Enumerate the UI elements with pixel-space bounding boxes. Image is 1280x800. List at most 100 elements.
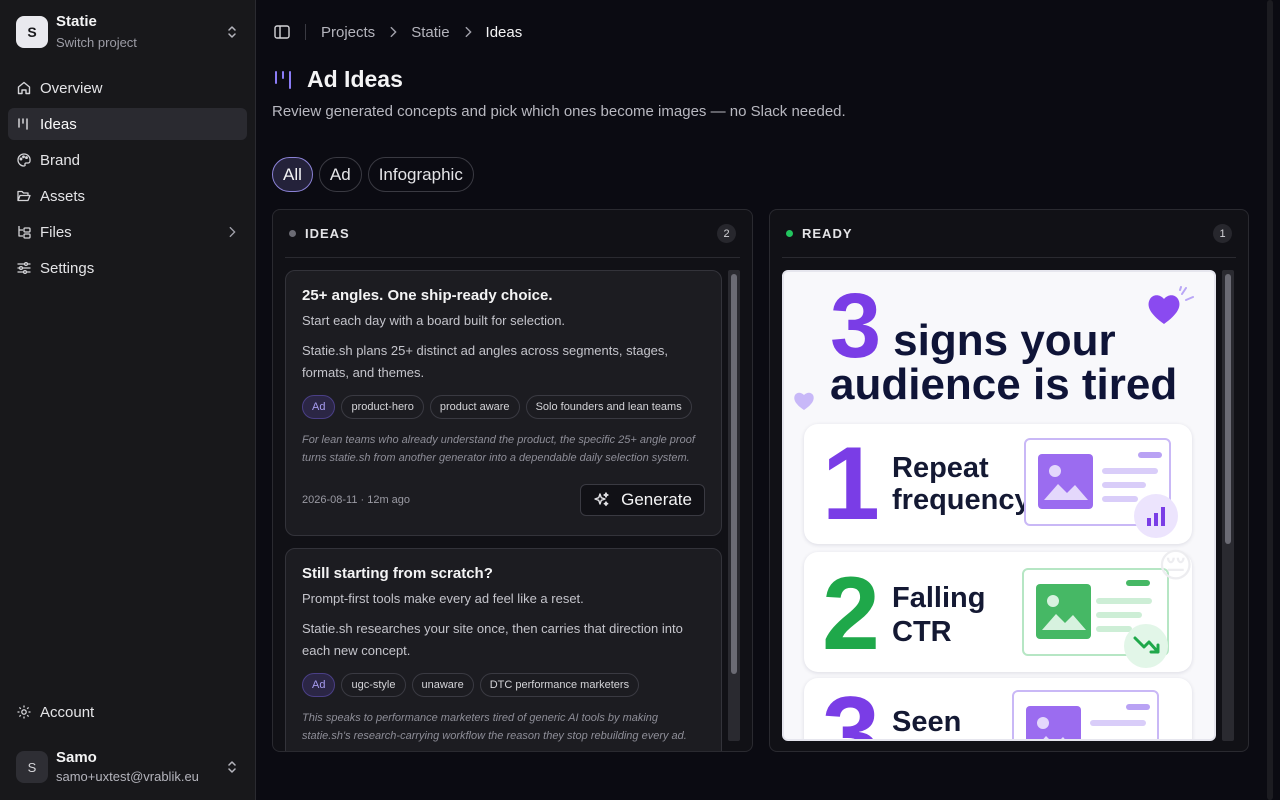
infographic-heading-line2: audience is tired — [830, 360, 1178, 409]
idea-rationale: This speaks to performance marketers tir… — [302, 712, 687, 742]
idea-tagline: Prompt-first tools make every ad feel li… — [302, 591, 584, 606]
page-title: Ad Ideas — [307, 66, 403, 92]
chevron-right-icon — [390, 26, 397, 38]
sidebar-item-ideas[interactable]: Ideas — [8, 108, 247, 140]
gear-icon — [17, 705, 31, 719]
sidebar-item-label: Files — [40, 223, 72, 241]
folder-open-icon — [17, 190, 31, 202]
infographic-item: 3 Seen — [804, 676, 1192, 741]
tag-style: ugc-style — [341, 673, 406, 697]
idea-card[interactable]: 25+ angles. One ship-ready choice. Start… — [285, 270, 722, 536]
ad-mockup-graphic — [1012, 690, 1159, 739]
breadcrumb-project[interactable]: Statie — [411, 24, 449, 41]
ad-mockup-graphic — [1024, 438, 1178, 538]
idea-rationale: For lean teams who already understand th… — [302, 434, 695, 464]
ready-scrollbar[interactable] — [1222, 270, 1234, 741]
chevrons-up-down-icon — [228, 761, 236, 773]
filter-all[interactable]: All — [272, 157, 313, 192]
project-switcher[interactable]: S Statie Switch project — [8, 8, 248, 56]
tag-audience: Solo founders and lean teams — [525, 395, 692, 419]
chevrons-up-down-icon — [228, 26, 236, 38]
item-label-line1: Seen — [892, 706, 962, 738]
breadcrumb-current: Ideas — [485, 23, 523, 41]
idea-card[interactable]: Still starting from scratch? Prompt-firs… — [285, 548, 722, 751]
scrollbar-thumb[interactable] — [731, 274, 737, 674]
sidebar-nav: Overview Ideas Brand Assets Files Settin… — [8, 72, 247, 288]
item-number: 2 — [822, 556, 880, 672]
idea-body: Statie.sh plans 25+ distinct ad angles a… — [302, 343, 669, 380]
sidebar-item-label: Overview — [40, 79, 103, 97]
scrollbar-thumb[interactable] — [1225, 274, 1231, 544]
tag-type: Ad — [302, 395, 336, 419]
item-number: 1 — [822, 426, 880, 542]
tag-audience: DTC performance marketers — [479, 673, 640, 697]
generate-button[interactable]: Generate — [580, 484, 705, 516]
infographic-item: 1 Repeat frequency — [804, 424, 1192, 544]
filter-tabs: All Ad Infographic — [272, 157, 480, 192]
infographic-item: 2 Falling CTR 😔 — [804, 548, 1193, 672]
idea-title: Still starting from scratch? — [302, 565, 493, 582]
filter-infographic[interactable]: Infographic — [367, 157, 474, 192]
ideas-icon — [275, 70, 291, 89]
sidebar-toggle-icon[interactable] — [273, 23, 291, 41]
chevron-right-icon — [465, 26, 472, 38]
user-menu[interactable]: S Samo samo+uxtest@vrablik.eu — [8, 742, 248, 792]
chevron-right-icon — [229, 226, 236, 238]
tag-awareness: product aware — [429, 395, 520, 419]
generate-label: Generate — [621, 490, 692, 509]
ideas-icon — [18, 118, 28, 130]
idea-title: 25+ angles. One ship-ready choice. — [302, 287, 553, 304]
project-switch-label: Switch project — [56, 34, 137, 50]
idea-body: Statie.sh researches your site once, the… — [302, 621, 683, 658]
item-number: 3 — [822, 676, 880, 741]
image-placeholder-icon — [1036, 584, 1091, 639]
column-title: IDEAS — [305, 226, 350, 241]
infographic-big-number: 3 — [830, 275, 882, 377]
ready-image-preview[interactable]: 3 signs your audience is tired 1 Repeat … — [782, 270, 1216, 741]
idea-tags: Ad product-hero product aware Solo found… — [302, 395, 705, 419]
item-label-line1: Repeat — [892, 452, 989, 484]
sidebar-item-settings[interactable]: Settings — [8, 252, 247, 284]
tag-type: Ad — [302, 673, 336, 697]
breadcrumb-projects[interactable]: Projects — [321, 24, 375, 41]
main-content: Projects Statie Ideas Ad Ideas Review ge… — [257, 0, 1264, 800]
sparkles-icon — [594, 492, 609, 507]
sidebar-item-assets[interactable]: Assets — [8, 180, 247, 212]
sidebar-item-overview[interactable]: Overview — [8, 72, 247, 104]
page-scrollbar[interactable] — [1264, 0, 1276, 800]
item-label-line2: CTR — [892, 616, 952, 648]
ideas-scrollbar[interactable] — [728, 270, 740, 741]
sad-face-icon: 😔 — [1158, 547, 1194, 585]
sidebar-item-label: Brand — [40, 151, 81, 169]
heart-sparkle-icon — [1148, 286, 1194, 324]
status-dot — [786, 230, 793, 237]
palette-icon — [17, 153, 31, 167]
breadcrumb: Projects Statie Ideas — [273, 20, 522, 44]
sliders-icon — [17, 261, 31, 275]
folder-tree-icon — [18, 226, 31, 239]
user-email: samo+uxtest@vrablik.eu — [56, 769, 199, 785]
avatar: S — [16, 751, 48, 783]
filter-ad[interactable]: Ad — [318, 157, 362, 192]
home-icon — [17, 81, 31, 95]
infographic-heading-line1: signs your — [893, 316, 1116, 365]
status-dot — [289, 230, 296, 237]
ready-column: READY 1 3 signs your audience is tired 1… — [769, 209, 1249, 752]
sidebar-item-brand[interactable]: Brand — [8, 144, 247, 176]
image-placeholder-icon — [1038, 454, 1093, 509]
trend-down-icon — [1124, 624, 1168, 668]
sidebar-item-files[interactable]: Files — [8, 216, 247, 248]
sidebar-item-label: Account — [40, 703, 95, 721]
column-title: READY — [802, 226, 853, 241]
page-subtitle: Review generated concepts and pick which… — [272, 103, 846, 120]
user-name: Samo — [56, 748, 97, 766]
heart-icon — [794, 392, 814, 410]
item-label-line1: Falling — [892, 582, 986, 614]
item-label-line2: frequency — [892, 484, 1031, 516]
sidebar-item-label: Ideas — [40, 115, 77, 133]
sidebar-item-account[interactable]: Account — [8, 696, 247, 728]
idea-date: 2026-08-11 · 12m ago — [302, 494, 411, 506]
sidebar-item-label: Assets — [40, 187, 86, 205]
bar-chart-icon — [1134, 494, 1178, 538]
ad-mockup-graphic — [1022, 568, 1169, 668]
